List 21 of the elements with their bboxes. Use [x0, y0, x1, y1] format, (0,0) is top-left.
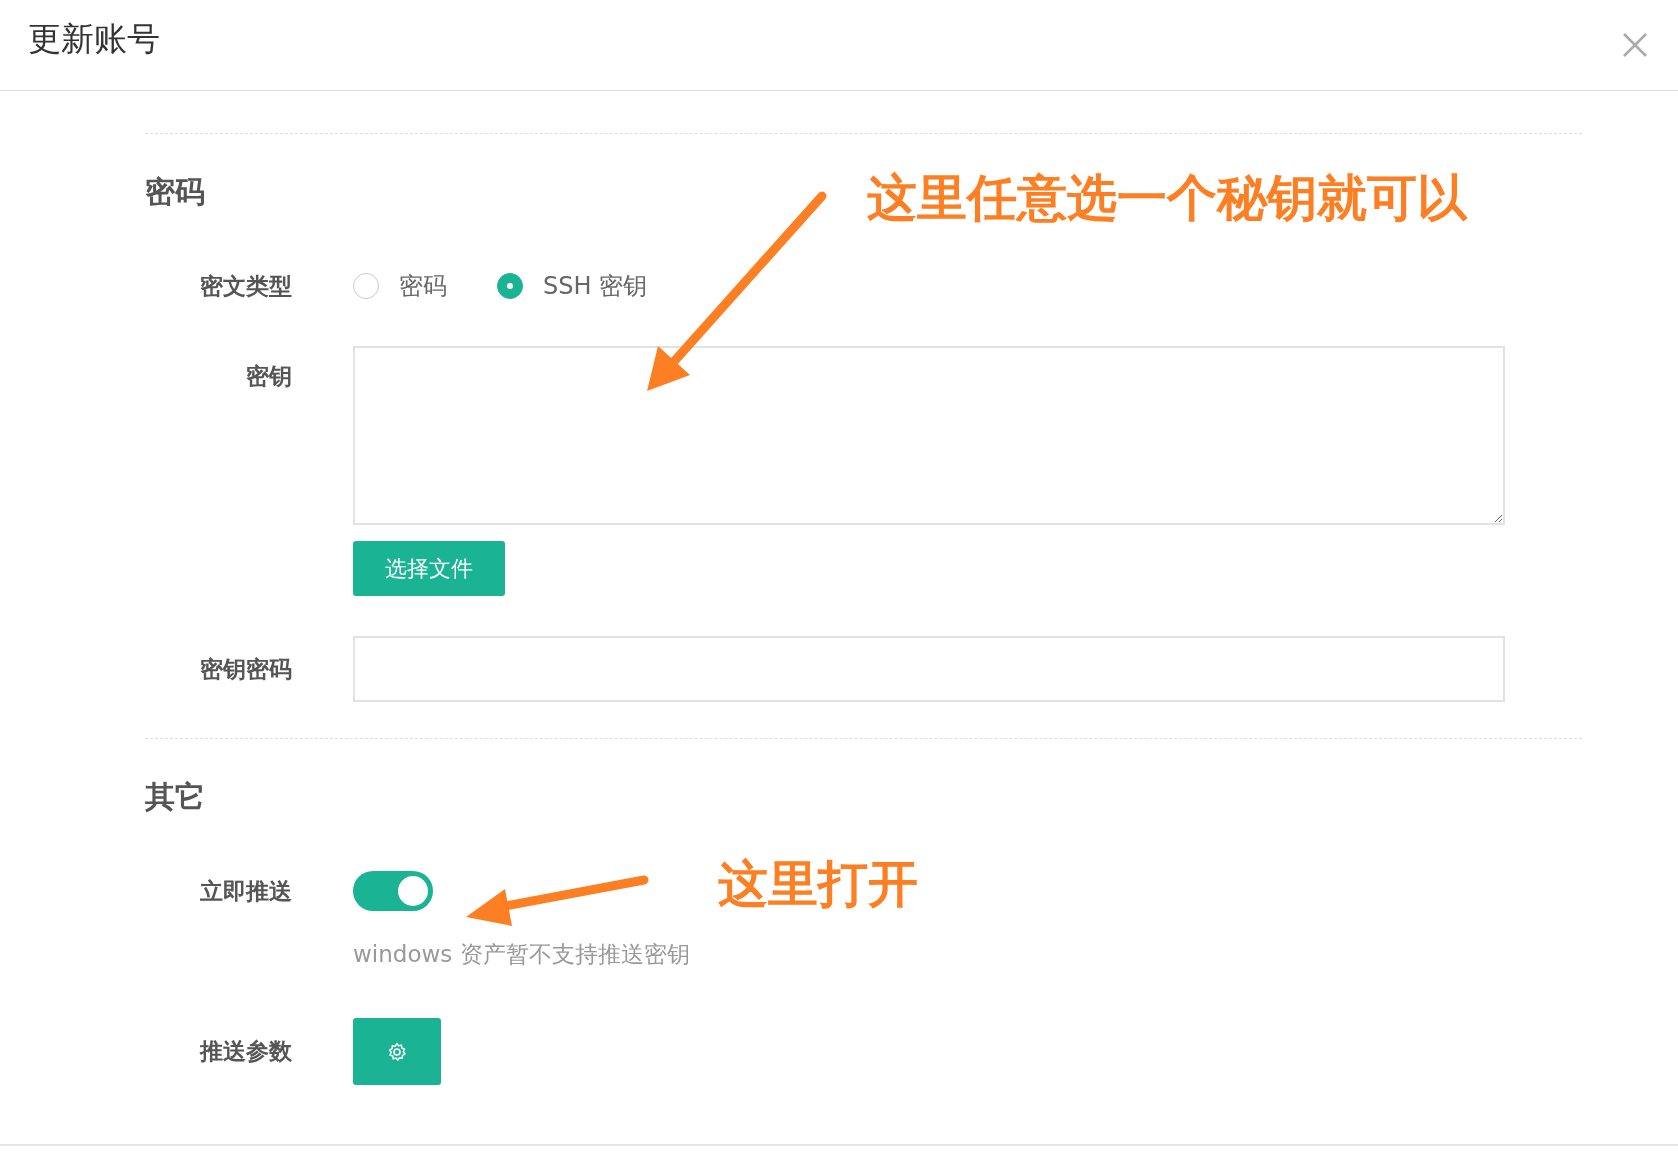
- hint-text: windows 资产暂不支持推送密钥: [353, 940, 691, 969]
- input-field[interactable]: [353, 636, 1505, 702]
- field-label: 密文类型: [199, 272, 292, 301]
- dialog-title: 更新账号: [28, 17, 160, 60]
- radio-label[interactable]: 密码: [399, 270, 447, 302]
- field-label: 推送参数: [198, 1037, 292, 1066]
- settings-icon: [387, 1041, 407, 1062]
- radio-label[interactable]: SSH 密钥: [543, 270, 648, 302]
- radio-button[interactable]: [353, 273, 379, 299]
- settings-button[interactable]: [353, 1018, 441, 1085]
- section-heading: 其它: [145, 778, 205, 816]
- key-textarea[interactable]: [353, 346, 1505, 525]
- field-label: 密钥密码: [199, 655, 292, 684]
- field-label: 立即推送: [199, 877, 292, 906]
- section-heading: 密码: [145, 173, 205, 211]
- annotation-text: 这里打开: [718, 859, 918, 909]
- field-label: 密钥: [245, 362, 292, 391]
- annotation-text: 这里任意选一个秘钥就可以: [867, 173, 1467, 223]
- radio-button[interactable]: [497, 273, 523, 299]
- toggle-switch[interactable]: [353, 871, 433, 911]
- close-icon[interactable]: [1622, 32, 1648, 58]
